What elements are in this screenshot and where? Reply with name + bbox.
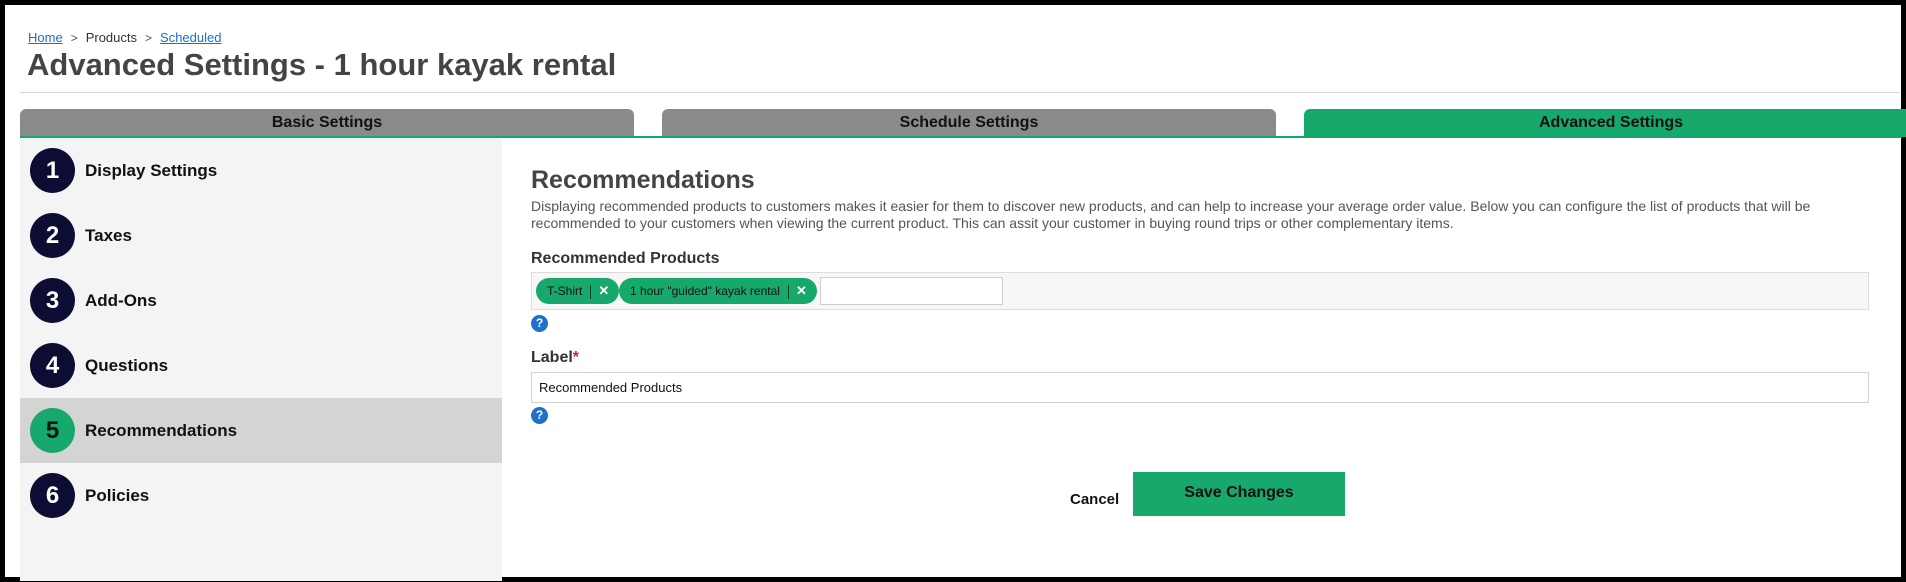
sidebar-item-questions[interactable]: 4 Questions (20, 333, 502, 398)
step-number-badge: 3 (30, 278, 75, 323)
section-description: Displaying recommended products to custo… (531, 198, 1811, 231)
remove-tag-icon[interactable]: ✕ (796, 278, 807, 304)
breadcrumb-scheduled-link[interactable]: Scheduled (160, 30, 221, 45)
breadcrumb-home-link[interactable]: Home (28, 30, 63, 45)
product-search-input[interactable] (820, 277, 1003, 305)
sidebar-item-recommendations[interactable]: 5 Recommendations (20, 398, 502, 463)
sidebar-item-label: Questions (85, 356, 169, 375)
tab-advanced-settings[interactable]: Advanced Settings (1304, 109, 1906, 137)
required-marker: * (572, 349, 580, 366)
cancel-button[interactable]: Cancel (1070, 491, 1119, 508)
step-number-badge: 2 (30, 213, 75, 258)
sidebar-item-label: Display Settings (85, 161, 218, 180)
page-title: Advanced Settings - 1 hour kayak rental (27, 47, 617, 82)
step-number-badge: 6 (30, 473, 75, 518)
product-tag: 1 hour "guided" kayak rental ✕ (619, 278, 817, 304)
step-number-badge: 1 (30, 148, 75, 193)
sidebar-item-label: Recommendations (85, 421, 238, 440)
settings-tabs: Basic Settings Schedule Settings Advance… (20, 109, 1906, 137)
sidebar-item-label: Add-Ons (85, 291, 157, 310)
tab-basic-settings[interactable]: Basic Settings (20, 109, 634, 137)
recommended-products-field[interactable]: T-Shirt ✕ 1 hour "guided" kayak rental ✕ (531, 272, 1869, 310)
tag-divider (787, 284, 789, 299)
recommended-products-label: Recommended Products (531, 250, 720, 267)
product-tag-label: T-Shirt (547, 284, 583, 298)
breadcrumb-separator: > (145, 30, 153, 45)
title-divider (20, 92, 1900, 93)
app-window: Home > Products > Scheduled Advanced Set… (0, 0, 1906, 582)
label-field-text: Label (531, 349, 573, 366)
help-icon[interactable]: ? (531, 315, 548, 332)
product-tag: T-Shirt ✕ (536, 278, 620, 304)
label-field-label: Label* (531, 349, 579, 367)
save-changes-button[interactable]: Save Changes (1133, 472, 1345, 516)
tag-divider (590, 284, 592, 299)
section-title: Recommendations (531, 166, 755, 194)
product-tag-label: 1 hour "guided" kayak rental (630, 284, 780, 298)
sidebar-item-label: Taxes (85, 226, 132, 245)
step-number-badge: 5 (30, 408, 75, 453)
remove-tag-icon[interactable]: ✕ (598, 278, 609, 304)
sidebar-item-policies[interactable]: 6 Policies (20, 463, 502, 528)
breadcrumb-products: Products (85, 30, 138, 45)
sidebar-item-display-settings[interactable]: 1 Display Settings (20, 138, 502, 203)
tab-schedule-settings[interactable]: Schedule Settings (662, 109, 1276, 137)
sidebar-item-label: Policies (85, 486, 150, 505)
help-icon[interactable]: ? (531, 407, 548, 424)
breadcrumb: Home > Products > Scheduled (28, 30, 221, 45)
steps-sidebar: 1 Display Settings 2 Taxes 3 Add-Ons 4 Q… (20, 138, 502, 581)
recommendations-panel: Recommendations Displaying recommended p… (531, 165, 1871, 516)
step-number-badge: 4 (30, 343, 75, 388)
label-input[interactable]: Recommended Products (531, 372, 1869, 403)
sidebar-item-add-ons[interactable]: 3 Add-Ons (20, 268, 502, 333)
sidebar-item-taxes[interactable]: 2 Taxes (20, 203, 502, 268)
breadcrumb-separator: > (70, 30, 78, 45)
